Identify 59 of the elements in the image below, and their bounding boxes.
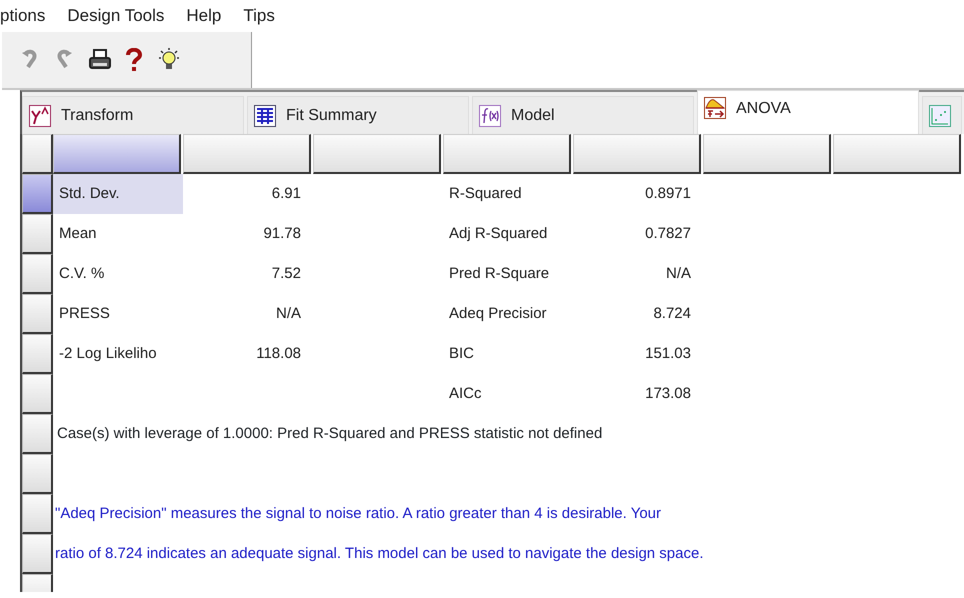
menu-item[interactable]: Design Tools	[67, 3, 164, 29]
column-header[interactable]	[573, 134, 701, 174]
table-cell-text: Pred R-Square	[448, 264, 550, 284]
table-cell-text: 91.78	[262, 224, 302, 244]
column-header[interactable]	[443, 134, 571, 174]
column-header[interactable]	[833, 134, 961, 174]
transform-icon	[29, 104, 51, 126]
scatter-plot-icon	[929, 104, 951, 126]
row-header-button[interactable]	[22, 294, 53, 334]
row-header-button[interactable]	[22, 334, 53, 374]
table-cell-text: N/A	[664, 264, 692, 284]
tab[interactable]: ANOVA	[697, 90, 919, 134]
distribution-icon	[704, 97, 726, 119]
table-cell-text: PRESS	[58, 304, 111, 324]
table-cell-text: Mean	[58, 224, 98, 244]
tab[interactable]: Model	[472, 96, 694, 134]
table-cell-text: -2 Log Likeliho	[58, 344, 158, 364]
row-header-button[interactable]	[22, 414, 53, 454]
advice-text: ratio of 8.724 indicates an adequate signal. This model can be used to navigate the design space.	[54, 544, 705, 564]
table-cell-text: 7.52	[270, 264, 302, 284]
table-cell-text: AICc	[448, 384, 483, 404]
menu-item[interactable]: Help	[186, 3, 222, 29]
row-header-button[interactable]	[22, 174, 53, 214]
table-cell-text: 118.08	[255, 344, 302, 364]
table-cell-text: Adj R-Squared	[448, 224, 548, 244]
function-icon	[479, 104, 501, 126]
table-cell-text: Adeq Precisior	[448, 304, 548, 324]
table-cell-text: 6.91	[270, 184, 302, 204]
note-text: Case(s) with leverage of 1.0000: Pred R-Squared and PRESS statistic not defined	[56, 424, 604, 444]
row-header-button[interactable]	[22, 494, 53, 534]
table-cell-text: 0.8971	[644, 184, 692, 204]
column-header[interactable]	[53, 134, 181, 174]
menu-item[interactable]: ptions	[0, 3, 46, 29]
menu-item[interactable]: Tips	[243, 3, 275, 29]
help-icon[interactable]	[126, 48, 142, 72]
table-cell: Std. Dev.	[53, 174, 183, 214]
table-cell-text: R-Squared	[448, 184, 523, 204]
advice-text: "Adeq Precision" measures the signal to noise ratio. A ratio greater than 4 is desirable. Your	[54, 504, 662, 524]
column-header[interactable]	[183, 134, 311, 174]
table-cell-text: BIC	[448, 344, 476, 364]
row-header-button[interactable]	[22, 374, 53, 414]
tab[interactable]	[922, 96, 962, 134]
column-header[interactable]	[313, 134, 441, 174]
table-icon	[254, 104, 276, 126]
table-cell-text: 151.03	[644, 344, 692, 364]
row-header-button[interactable]	[22, 534, 53, 574]
tab[interactable]: Fit Summary	[247, 96, 469, 134]
row-header-button[interactable]	[22, 214, 53, 254]
row-header-button[interactable]	[22, 454, 53, 494]
row-header-button[interactable]	[22, 134, 53, 174]
table-cell-text: 173.08	[644, 384, 692, 404]
table-cell-text: C.V. %	[58, 264, 106, 284]
table-cell-text: 8.724	[652, 304, 692, 324]
printer-icon[interactable]	[88, 49, 112, 71]
table-cell-text: N/A	[274, 304, 302, 324]
table-cell-text: 0.7827	[644, 224, 692, 244]
tab[interactable]: Transform	[22, 96, 244, 134]
row-header-button[interactable]	[22, 254, 53, 294]
column-header[interactable]	[703, 134, 831, 174]
